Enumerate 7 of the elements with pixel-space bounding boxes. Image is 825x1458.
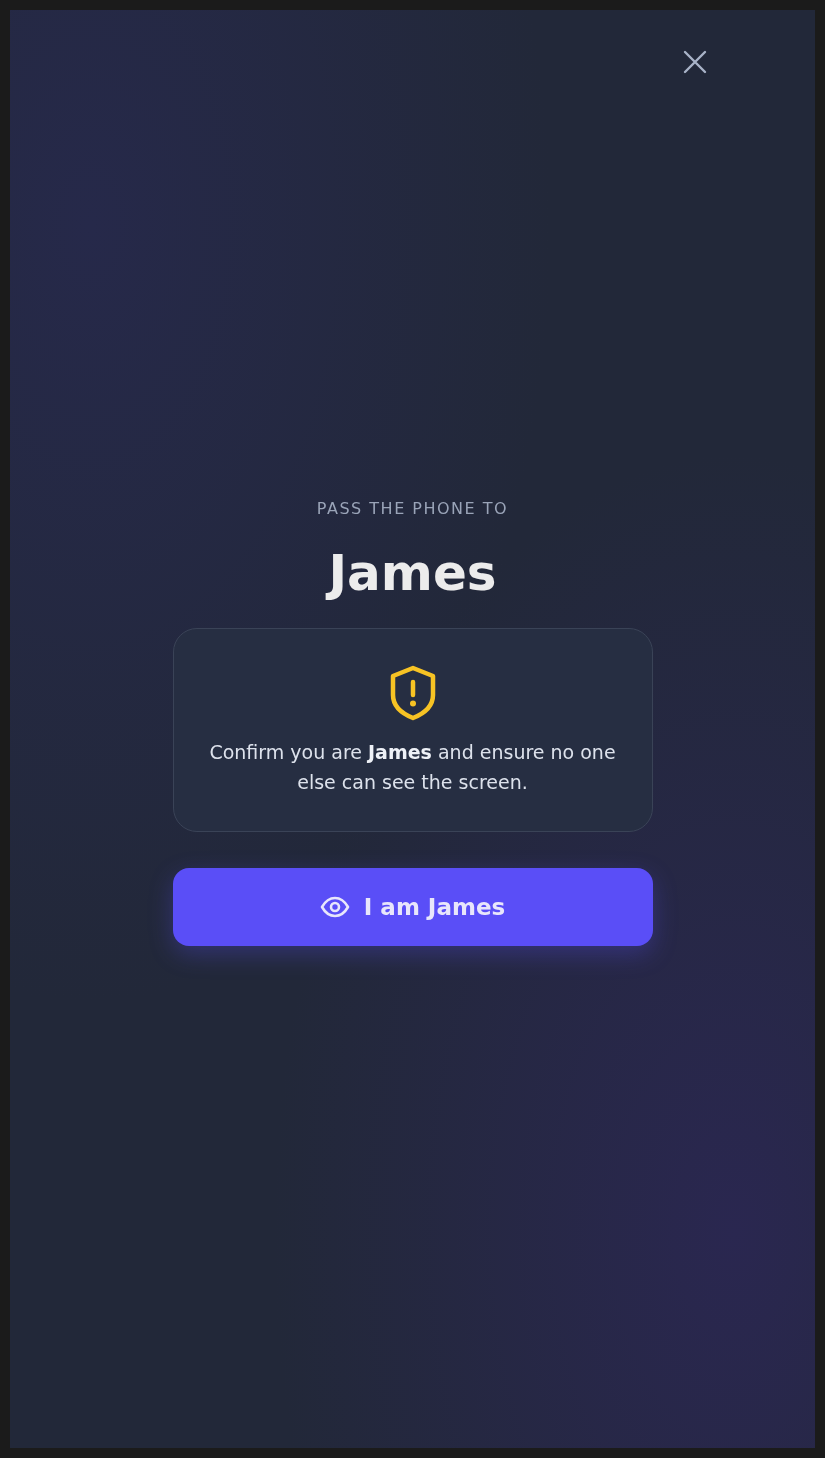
confirm-button[interactable]: I am James: [172, 868, 653, 946]
notice-message: Confirm you are James and ensure no one else can see the screen.: [208, 740, 617, 795]
prompt-text: PASS THE PHONE TO: [316, 499, 509, 518]
close-button[interactable]: [682, 49, 708, 75]
close-icon: [683, 50, 707, 74]
shield-warning-icon: [388, 665, 437, 721]
eye-icon: [319, 896, 350, 918]
